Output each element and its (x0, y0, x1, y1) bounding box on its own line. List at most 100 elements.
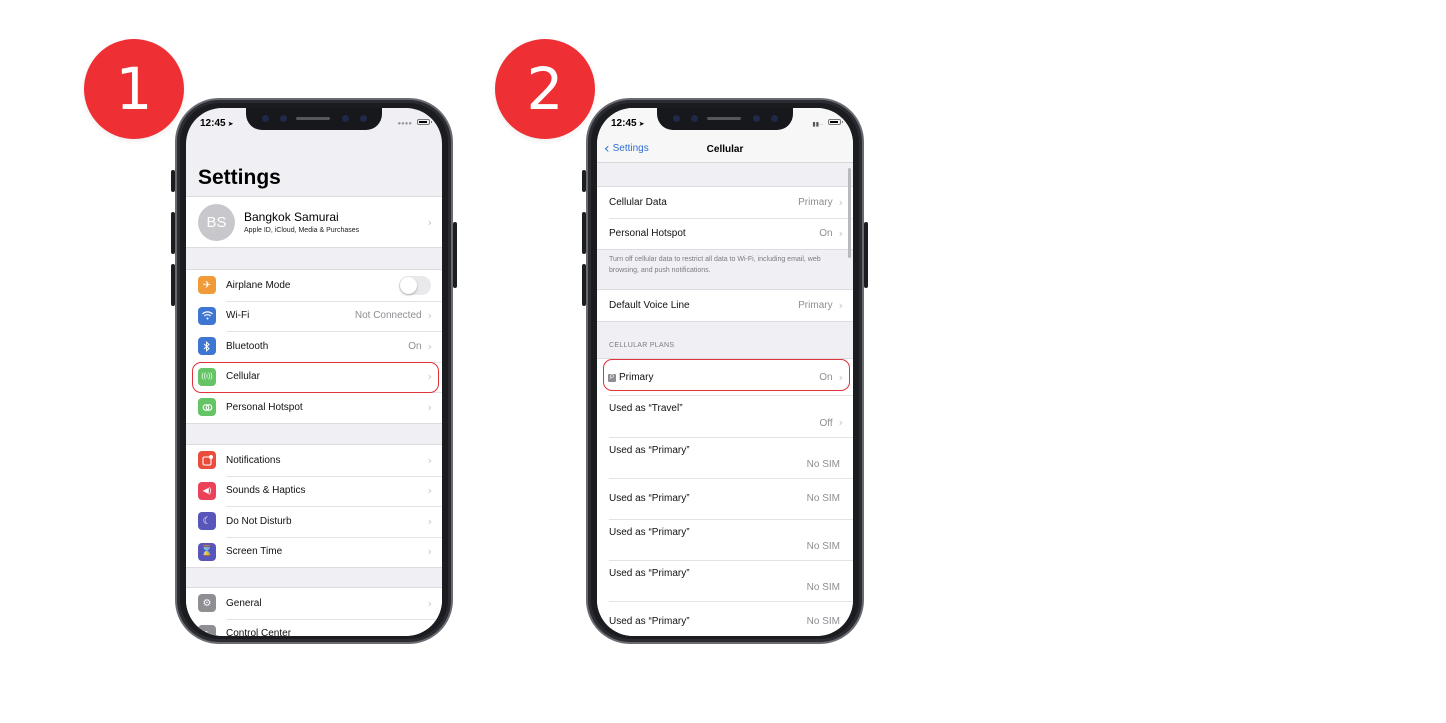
plan-row-primary-nosim[interactable]: Used as “Primary” No SIM (597, 519, 853, 560)
plan-row-travel[interactable]: Used as “Travel” Off › (597, 395, 853, 437)
notch (657, 108, 793, 130)
settings-row-personal-hotspot[interactable]: Personal Hotspot › (186, 392, 442, 423)
chevron-right-icon: › (427, 627, 432, 636)
signal-icon: ▮▮·· (812, 122, 823, 128)
power-button (864, 222, 868, 288)
silent-switch (171, 170, 175, 192)
row-label: Wi-Fi (226, 310, 250, 322)
row-personal-hotspot[interactable]: Personal Hotspot On › (597, 218, 853, 249)
row-label: Used as “Primary” (609, 445, 690, 456)
settings-row-general[interactable]: ⚙ General › (186, 588, 442, 619)
general-group: ⚙ General › ◐ Control Center › (186, 587, 442, 636)
chevron-right-icon: › (427, 400, 432, 414)
front-camera-icon (342, 115, 349, 122)
cellular-icon: ((ı)) (198, 367, 216, 386)
row-label: Primary (619, 371, 654, 383)
sensor-icon (691, 115, 698, 122)
notch (246, 108, 382, 130)
volume-down-button (171, 264, 175, 306)
chevron-right-icon: › (427, 215, 432, 229)
notifications-icon (198, 451, 216, 470)
power-button (453, 222, 457, 288)
phone-cellular: 12:45 ➤ ▮▮·· ‹ Settings Cellular Cellular … (582, 98, 868, 644)
notifications-group: Notifications › ◀︎) Sounds & Haptics › ☾… (186, 444, 442, 568)
settings-row-wifi[interactable]: Wi-Fi Not Connected › (186, 300, 442, 332)
chevron-right-icon: › (838, 370, 843, 384)
settings-row-do-not-disturb[interactable]: ☾ Do Not Disturb › (186, 506, 442, 537)
navigation-bar: ‹ Settings Cellular (597, 136, 853, 163)
apple-id-row[interactable]: BS Bangkok Samurai Apple ID, iCloud, Med… (186, 197, 442, 247)
plan-row-primary-nosim[interactable]: Used as “Primary” No SIM (597, 601, 853, 636)
chevron-right-icon: › (427, 370, 432, 384)
chevron-right-icon: › (427, 339, 432, 353)
settings-row-bluetooth[interactable]: Bluetooth On › (186, 331, 442, 362)
sensor-icon (771, 115, 778, 122)
row-label: Used as “Travel” (609, 403, 683, 414)
silent-switch (582, 170, 586, 192)
front-camera-icon (753, 115, 760, 122)
row-default-voice-line[interactable]: Default Voice Line Primary › (597, 290, 853, 321)
row-value: No SIM (806, 541, 840, 552)
plan-row-primary[interactable]: P Primary On › (597, 359, 853, 395)
settings-row-screen-time[interactable]: ⌛ Screen Time › (186, 536, 442, 568)
chevron-right-icon: › (427, 484, 432, 498)
step-1-badge: 1 (84, 39, 184, 139)
voice-line-group: Default Voice Line Primary › (597, 289, 853, 322)
chevron-right-icon: › (427, 545, 432, 559)
row-value: On (819, 371, 833, 383)
speaker-grille (707, 117, 741, 120)
row-value: No SIM (806, 582, 840, 593)
status-time: 12:45 ➤ (200, 118, 234, 129)
hourglass-icon: ⌛ (198, 542, 216, 561)
chevron-right-icon: › (838, 299, 843, 312)
row-label: Screen Time (226, 546, 283, 558)
location-arrow-icon: ➤ (227, 121, 234, 128)
bluetooth-icon (198, 337, 216, 356)
row-label: Used as “Primary” (609, 527, 690, 538)
row-value: Primary (798, 300, 833, 311)
wifi-icon (198, 306, 216, 325)
location-arrow-icon: ➤ (638, 121, 645, 128)
volume-down-button (582, 264, 586, 306)
profile-subtitle: Apple ID, iCloud, Media & Purchases (244, 227, 360, 234)
speaker-icon: ◀︎) (198, 481, 216, 500)
volume-up-button (582, 212, 586, 254)
plan-row-primary-nosim[interactable]: Used as “Primary” No SIM (597, 437, 853, 478)
airplane-mode-toggle[interactable] (399, 275, 431, 295)
cellular-screen: 12:45 ➤ ▮▮·· ‹ Settings Cellular Cellular … (597, 108, 853, 636)
settings-row-control-center[interactable]: ◐ Control Center › (186, 618, 442, 636)
connectivity-group: ✈ Airplane Mode Wi-Fi Not Connected › Bl… (186, 269, 442, 424)
row-value: On (819, 228, 833, 239)
row-cellular-data[interactable]: Cellular Data Primary › (597, 187, 853, 218)
page-title: Settings (198, 166, 281, 189)
sensor-icon (280, 115, 287, 122)
row-value: Primary (798, 197, 833, 208)
step-2-badge: 2 (495, 39, 595, 139)
settings-row-notifications[interactable]: Notifications › (186, 445, 442, 476)
volume-up-button (171, 212, 175, 254)
avatar: BS (198, 203, 235, 241)
settings-row-airplane-mode[interactable]: ✈ Airplane Mode (186, 270, 442, 301)
settings-row-cellular[interactable]: ((ı)) Cellular › (186, 361, 442, 393)
row-label: Control Center (226, 628, 292, 636)
row-value: No SIM (806, 616, 840, 627)
nav-title: Cellular (706, 144, 744, 155)
row-label: Personal Hotspot (609, 228, 686, 239)
signal-icon: ●●●● (397, 121, 413, 127)
battery-icon (828, 119, 843, 125)
sensor-icon (673, 115, 680, 122)
row-label: Used as “Primary” (609, 616, 690, 627)
plan-row-primary-nosim[interactable]: Used as “Primary” No SIM (597, 560, 853, 601)
settings-row-sounds-haptics[interactable]: ◀︎) Sounds & Haptics › (186, 475, 442, 507)
row-value: On (408, 340, 422, 352)
row-value: No SIM (806, 493, 840, 504)
sensor-icon (262, 115, 269, 122)
row-value: Not Connected (354, 310, 422, 322)
status-time: 12:45 ➤ (611, 118, 645, 129)
scrollbar[interactable] (848, 168, 851, 258)
cellular-plans-group: P Primary On › Used as “Travel” Off › Use… (597, 358, 853, 636)
profile-group: BS Bangkok Samurai Apple ID, iCloud, Med… (186, 196, 442, 248)
control-center-icon: ◐ (198, 624, 216, 636)
chevron-right-icon: › (427, 596, 432, 610)
plan-row-primary-nosim[interactable]: Used as “Primary” No SIM (597, 478, 853, 519)
